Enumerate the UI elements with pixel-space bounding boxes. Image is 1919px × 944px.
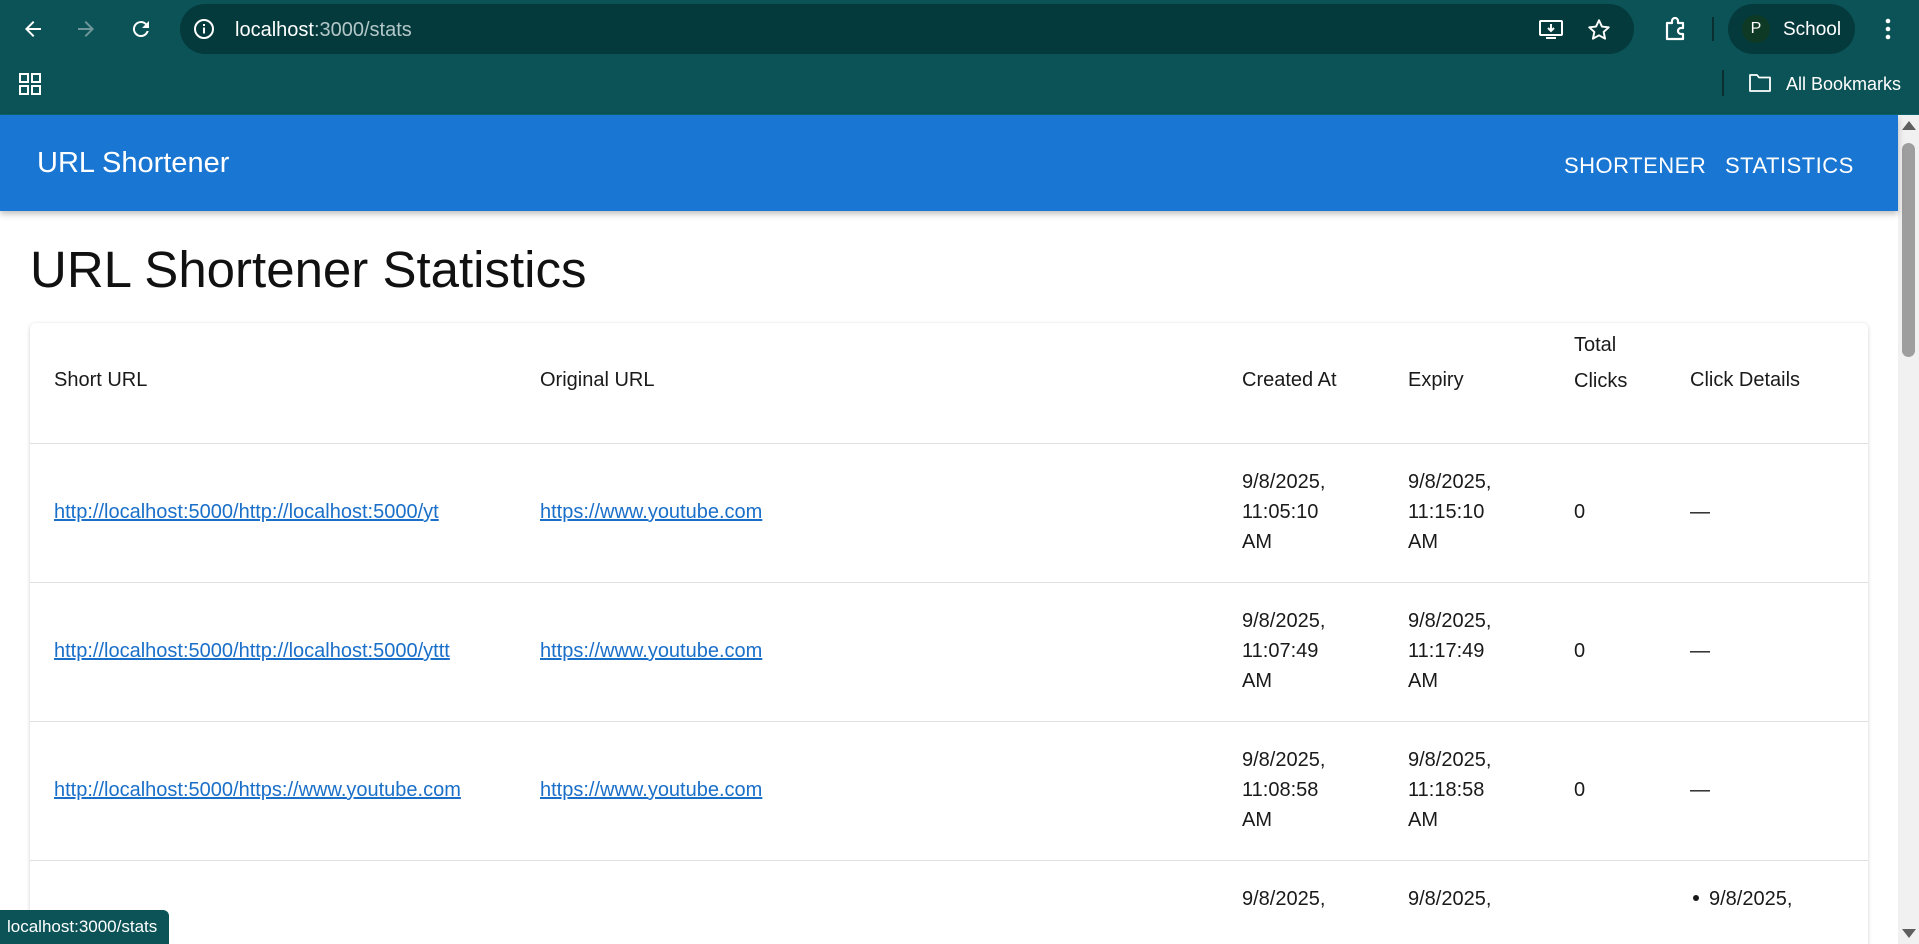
expiry-cell: 9/8/2025, 11:18:58 AM	[1408, 745, 1518, 835]
expiry-date: 9/8/2025,	[1408, 888, 1492, 910]
expiry-time: 11:17:49	[1408, 640, 1485, 662]
expiry-cell: 9/8/2025, 11:15:10 AM	[1408, 467, 1518, 557]
created-time: 11:08:58	[1242, 779, 1319, 801]
bookmarks-bar	[0, 58, 1919, 115]
forward-arrow-icon	[78, 21, 94, 37]
total-clicks-cell: 0	[1574, 779, 1586, 801]
header-created-at: Created At	[1242, 369, 1337, 391]
short-url-link[interactable]: http://localhost:5000/http://localhost:5…	[54, 640, 450, 662]
apps-grid-icon[interactable]	[18, 72, 42, 96]
app-header: URL Shortener SHORTENER STATISTICS	[0, 115, 1898, 211]
header-short-url: Short URL	[54, 340, 147, 391]
back-button[interactable]	[15, 11, 51, 47]
profile-button[interactable]: P School	[1728, 4, 1855, 54]
url-host: localhost	[235, 19, 314, 41]
row-divider	[30, 721, 1868, 722]
total-clicks-cell: 0	[1574, 501, 1586, 523]
header-original-url: Original URL	[540, 369, 655, 391]
row-divider	[30, 443, 1868, 444]
created-at-cell: 9/8/2025, 11:08:58 AM	[1242, 745, 1352, 835]
expiry-cell: 9/8/2025, 11:17:49 AM	[1408, 606, 1518, 696]
expiry-date: 9/8/2025,	[1408, 471, 1492, 493]
profile-name: School	[1783, 19, 1842, 40]
expiry-ampm: AM	[1408, 809, 1438, 831]
link-status-tooltip: localhost:3000/stats	[0, 910, 170, 944]
created-date: 9/8/2025,	[1242, 749, 1326, 771]
original-url-cell: https://www.youtube.com	[540, 636, 762, 666]
row-divider	[30, 860, 1868, 861]
expiry-ampm: AM	[1408, 670, 1438, 692]
created-time: 11:05:10	[1242, 501, 1319, 523]
scrollbar-thumb[interactable]	[1902, 143, 1915, 357]
created-at-cell: 9/8/2025, 11:05:10 AM	[1242, 467, 1352, 557]
header-short-url-text: Short URL	[54, 369, 148, 391]
expiry-cell: 9/8/2025,	[1408, 884, 1518, 914]
original-url-link[interactable]: https://www.youtube.com	[540, 501, 762, 523]
install-app-icon[interactable]	[1538, 17, 1564, 43]
click-detail-text: 9/8/2025,	[1709, 888, 1793, 910]
extensions-puzzle-icon[interactable]	[1658, 11, 1694, 47]
row-divider	[30, 582, 1868, 583]
all-bookmarks-label[interactable]: All Bookmarks	[1786, 74, 1901, 95]
original-url-link[interactable]: https://www.youtube.com	[540, 779, 762, 801]
created-date: 9/8/2025,	[1242, 471, 1326, 493]
bookmarks-divider	[1722, 70, 1724, 96]
nav-statistics[interactable]: STATISTICS	[1725, 153, 1854, 179]
back-arrow-icon	[25, 21, 41, 37]
stats-table: Short URL Original URL Created At Expiry…	[30, 323, 1868, 944]
url-path: :3000/stats	[313, 19, 412, 41]
app-brand: URL Shortener	[37, 147, 230, 179]
expiry-ampm: AM	[1408, 531, 1438, 553]
short-url-link[interactable]: http://localhost:5000/https://www.youtub…	[54, 779, 461, 801]
site-info-icon[interactable]	[192, 17, 216, 41]
expiry-time: 11:15:10	[1408, 501, 1485, 523]
created-ampm: AM	[1242, 531, 1272, 553]
avatar: P	[1742, 15, 1770, 43]
original-url-cell: https://www.youtube.com	[540, 775, 762, 805]
browser-toolbar: localhost:3000/stats P School	[0, 0, 1919, 58]
table-row: http://localhost:5000/https://www.youtub…	[54, 775, 461, 805]
nav-shortener[interactable]: SHORTENER	[1564, 153, 1706, 179]
total-clicks-cell: 0	[1574, 640, 1586, 662]
header-expiry: Expiry	[1408, 369, 1464, 391]
expiry-date: 9/8/2025,	[1408, 610, 1492, 632]
table-row: http://localhost:5000/http://localhost:5…	[54, 497, 439, 527]
folder-icon[interactable]	[1748, 72, 1772, 94]
address-bar[interactable]: localhost:3000/stats	[180, 4, 1634, 54]
click-detail-list-item: 9/8/2025,	[1690, 884, 1792, 914]
bookmark-star-icon[interactable]	[1586, 17, 1612, 43]
header-total-clicks-line1: Total	[1574, 334, 1617, 356]
click-details-cell: —	[1690, 501, 1710, 523]
table-row: http://localhost:5000/http://localhost:5…	[54, 636, 450, 666]
reload-icon	[132, 21, 149, 38]
bullet-dot	[1693, 895, 1699, 902]
address-url[interactable]: localhost:3000/stats	[235, 19, 412, 42]
header-total-clicks: Total Clicks	[1574, 327, 1627, 399]
header-total-clicks-line2: Clicks	[1574, 370, 1628, 392]
scroll-down-arrow-icon[interactable]	[1902, 929, 1916, 938]
created-ampm: AM	[1242, 670, 1272, 692]
created-at-cell: 9/8/2025, 11:07:49 AM	[1242, 606, 1352, 696]
click-details-cell: —	[1690, 640, 1710, 662]
forward-button[interactable]	[68, 11, 104, 47]
scroll-up-arrow-icon[interactable]	[1902, 121, 1916, 130]
toolbar-divider	[1712, 17, 1714, 41]
click-details-cell: —	[1690, 779, 1710, 801]
page-title: URL Shortener Statistics	[30, 241, 587, 298]
short-url-link[interactable]: http://localhost:5000/http://localhost:5…	[54, 501, 439, 523]
original-url-cell: https://www.youtube.com	[540, 497, 762, 527]
page-scrollbar[interactable]	[1898, 115, 1919, 944]
reload-button[interactable]	[123, 11, 159, 47]
created-ampm: AM	[1242, 809, 1272, 831]
kebab-menu-icon[interactable]	[1870, 11, 1906, 47]
created-at-cell: 9/8/2025,	[1242, 884, 1352, 914]
created-date: 9/8/2025,	[1242, 610, 1326, 632]
created-date: 9/8/2025,	[1242, 888, 1326, 910]
expiry-date: 9/8/2025,	[1408, 749, 1492, 771]
header-click-details: Click Details	[1690, 369, 1801, 391]
created-time: 11:07:49	[1242, 640, 1319, 662]
original-url-link[interactable]: https://www.youtube.com	[540, 640, 762, 662]
expiry-time: 11:18:58	[1408, 779, 1485, 801]
